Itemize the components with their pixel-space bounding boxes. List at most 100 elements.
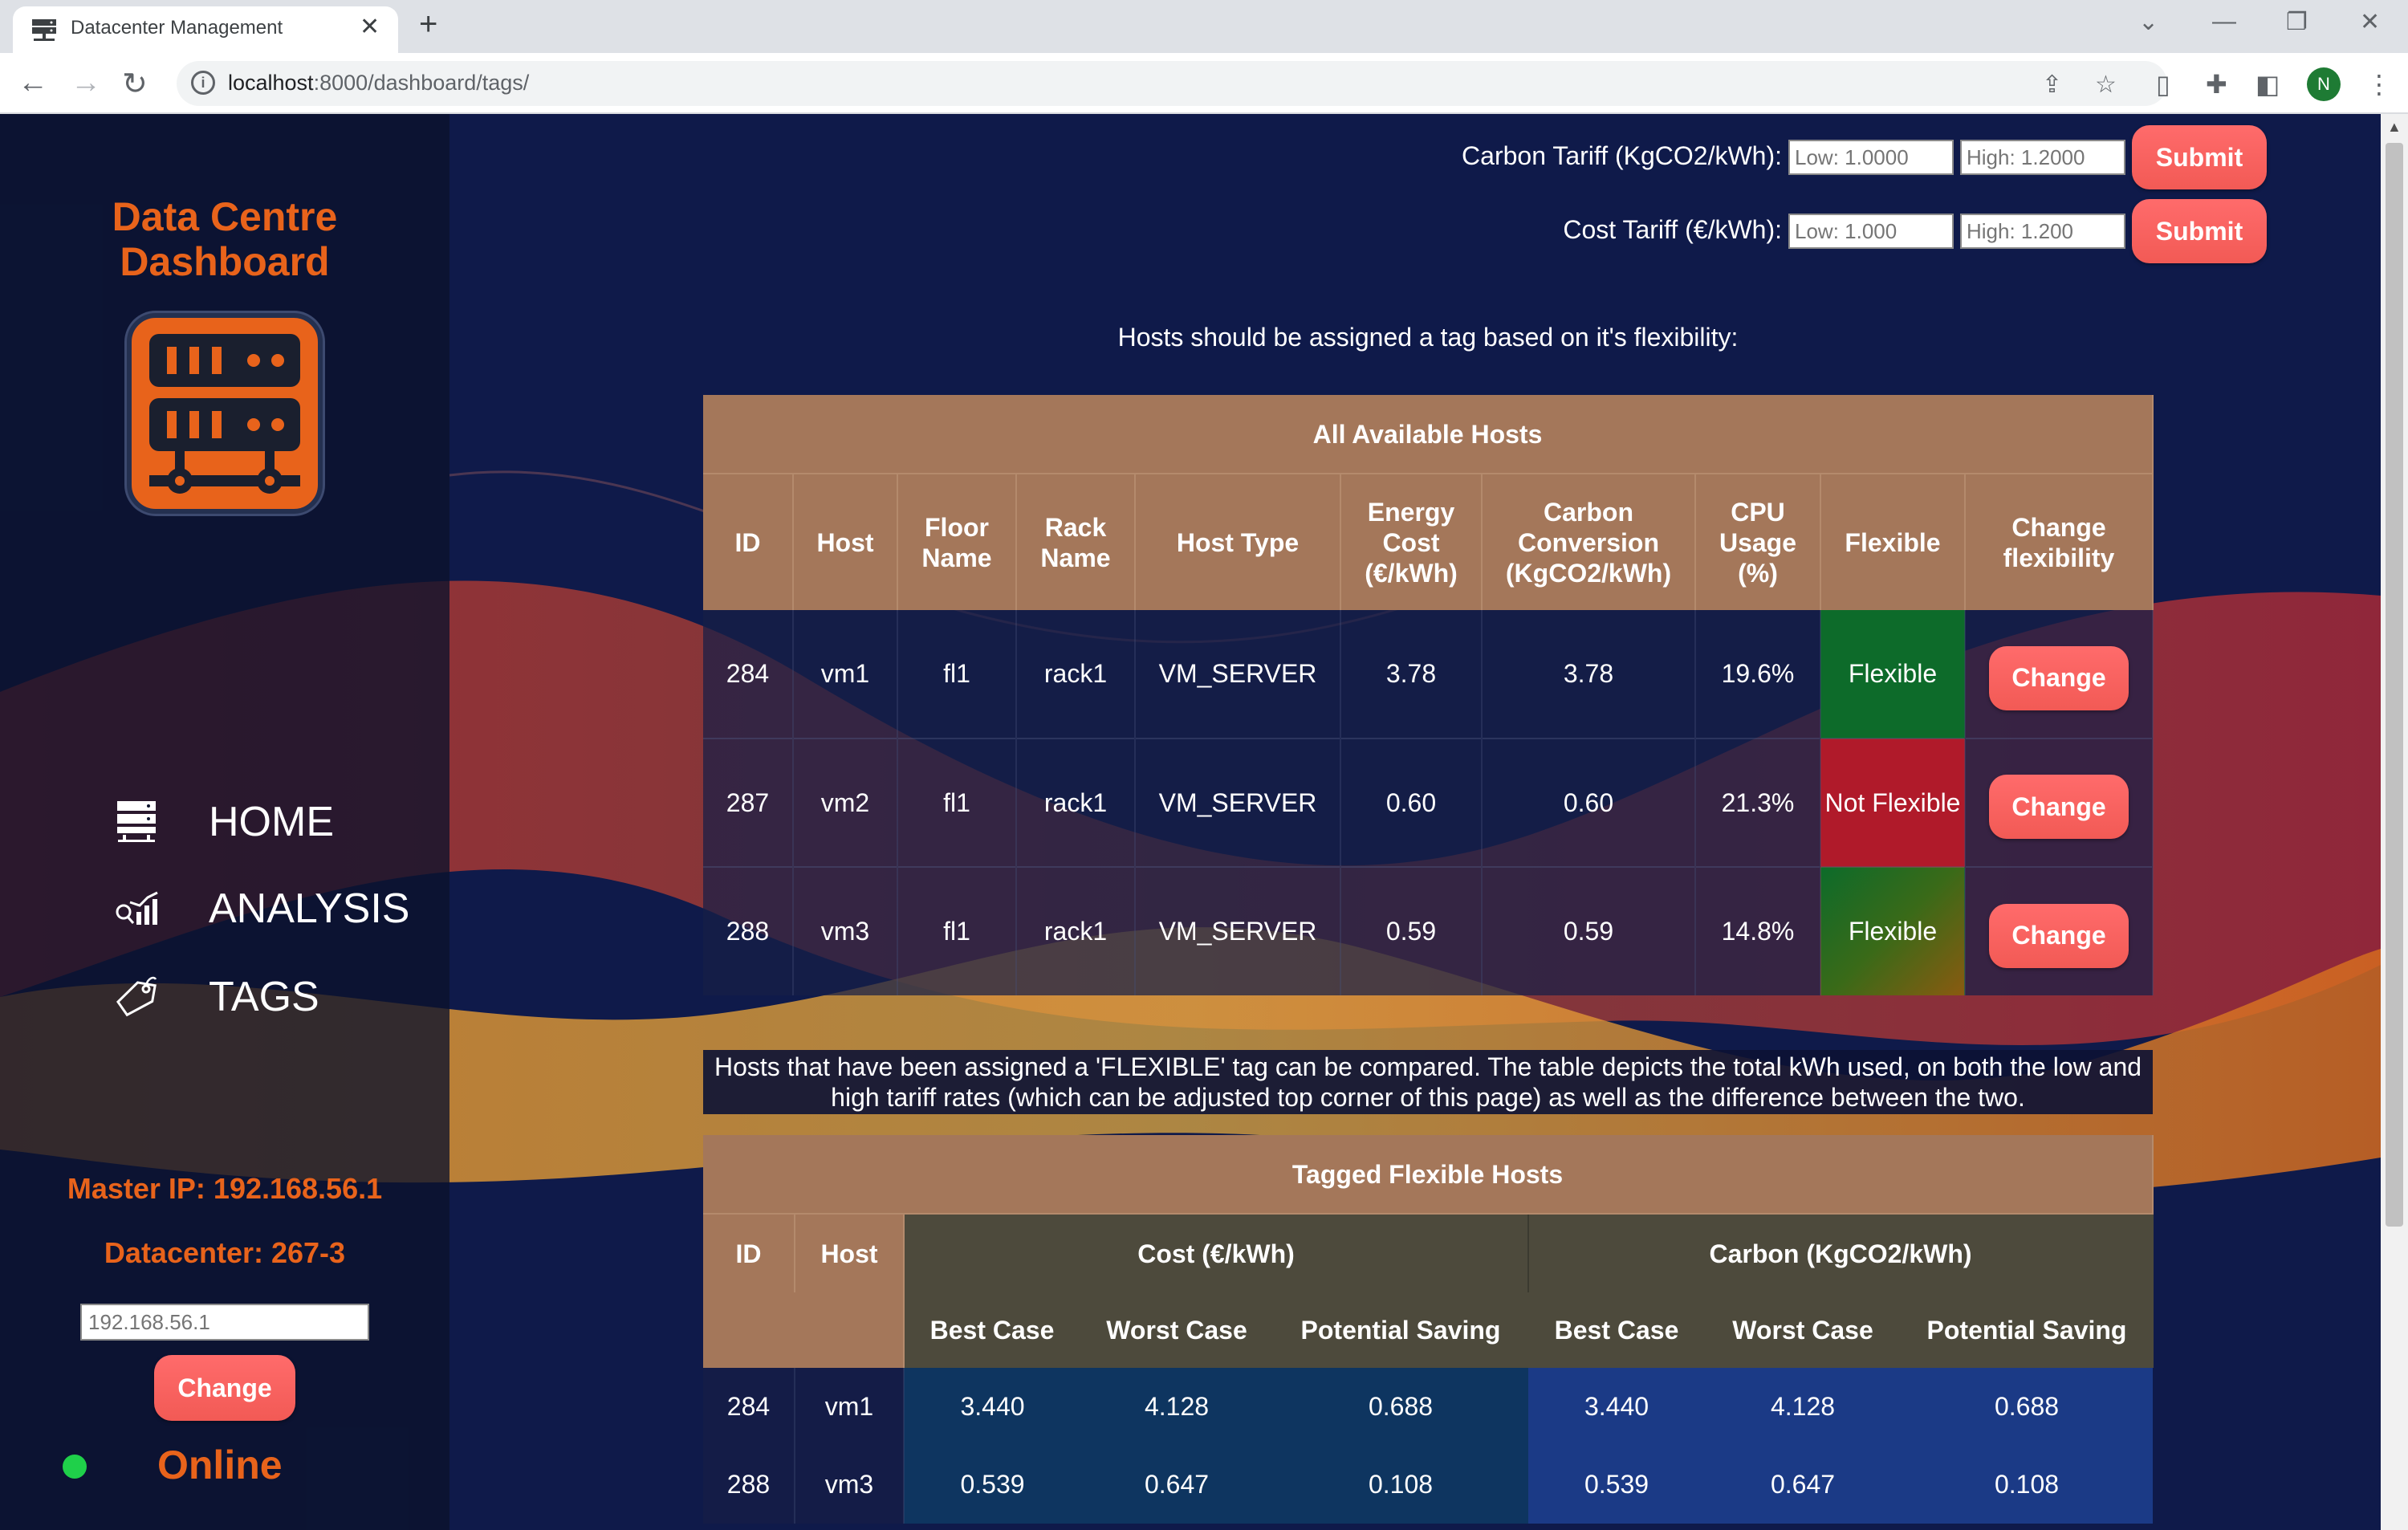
restore-icon[interactable]: ❐ bbox=[2286, 8, 2308, 36]
extensions-puzzle-icon[interactable]: ✚ bbox=[2206, 69, 2227, 100]
cell-energy-cost: 0.59 bbox=[1340, 866, 1483, 995]
new-tab-icon[interactable]: + bbox=[419, 6, 437, 43]
cell-cost-best: 3.440 bbox=[904, 1368, 1080, 1446]
cell-carbon-conversion: 0.59 bbox=[1482, 866, 1696, 995]
col-header-host: Host bbox=[795, 1214, 905, 1292]
flexible-hosts-table-title: Tagged Flexible Hosts bbox=[703, 1135, 2154, 1215]
datacenter-logo-icon bbox=[127, 313, 323, 514]
tab-title: Datacenter Management bbox=[71, 17, 283, 39]
minimize-icon[interactable]: — bbox=[2212, 8, 2236, 35]
url-host: localhost bbox=[228, 71, 314, 95]
cell-floor: fl1 bbox=[897, 866, 1017, 995]
carbon-tariff-high-input[interactable] bbox=[1960, 140, 2125, 175]
cell-energy-cost: 3.78 bbox=[1340, 610, 1483, 739]
cell-host: vm1 bbox=[793, 610, 898, 739]
datacenter-label: Datacenter: 267-3 bbox=[104, 1236, 346, 1269]
col-header-floor-name: Floor Name bbox=[897, 474, 1017, 610]
col-header-rack-name: Rack Name bbox=[1016, 474, 1136, 610]
page-scrollbar[interactable]: ▲ bbox=[2381, 114, 2408, 1530]
sidebar-item-home[interactable]: HOME bbox=[112, 790, 334, 854]
cell-flexible-status: Flexible bbox=[1820, 866, 1966, 995]
change-flexibility-button[interactable]: Change bbox=[1989, 903, 2129, 968]
sidebar-item-tags[interactable]: TAGS bbox=[112, 965, 319, 1029]
cost-tariff-submit-button[interactable]: Submit bbox=[2132, 199, 2267, 263]
scrollbar-thumb[interactable] bbox=[2386, 143, 2403, 1227]
col-header-host: Host bbox=[793, 474, 898, 610]
cost-tariff-high-input[interactable] bbox=[1960, 214, 2125, 249]
col-header-carbon-conversion: Carbon Conversion (KgCO2/kWh) bbox=[1482, 474, 1696, 610]
browser-tab[interactable]: Datacenter Management ✕ bbox=[13, 6, 398, 53]
bookmark-star-icon[interactable]: ☆ bbox=[2095, 71, 2117, 99]
cell-flexible-status: Not Flexible bbox=[1820, 738, 1966, 867]
col-header-cost-best-case: Best Case bbox=[904, 1292, 1081, 1368]
change-ip-button[interactable]: Change bbox=[154, 1355, 295, 1421]
share-icon[interactable]: ⇪ bbox=[2042, 71, 2062, 99]
col-header-host-type: Host Type bbox=[1135, 474, 1341, 610]
col-header-change-flexibility: Change flexibility bbox=[1965, 474, 2154, 610]
sidebar: Data Centre Dashboard HOME ANALYSIS TAGS… bbox=[0, 114, 449, 1530]
scroll-up-arrow-icon[interactable]: ▲ bbox=[2387, 119, 2402, 136]
cell-cost-worst: 0.647 bbox=[1080, 1446, 1273, 1524]
cell-cost-worst: 4.128 bbox=[1080, 1368, 1273, 1446]
carbon-tariff-low-input[interactable] bbox=[1788, 140, 1954, 175]
site-info-icon[interactable]: i bbox=[191, 71, 215, 95]
carbon-tariff-submit-button[interactable]: Submit bbox=[2132, 125, 2267, 189]
cell-host-type: VM_SERVER bbox=[1135, 610, 1341, 739]
back-icon[interactable]: ← bbox=[18, 66, 48, 100]
cell-rack: rack1 bbox=[1016, 866, 1136, 995]
close-window-icon[interactable]: ✕ bbox=[2360, 8, 2380, 36]
cell-carbon-best: 0.539 bbox=[1528, 1446, 1705, 1524]
col-group-cost: Cost (€/kWh) bbox=[904, 1214, 1529, 1292]
col-header-carbon-worst-case: Worst Case bbox=[1705, 1292, 1902, 1368]
server-icon bbox=[112, 798, 161, 846]
url-omnibox[interactable]: i localhost:8000/dashboard/tags/ ⇪ ☆ bbox=[177, 61, 2167, 106]
cell-cpu-usage: 21.3% bbox=[1695, 738, 1821, 867]
cell-rack: rack1 bbox=[1016, 610, 1136, 739]
side-panel-icon[interactable]: ◧ bbox=[2255, 69, 2280, 100]
reading-list-icon[interactable]: ▯ bbox=[2156, 69, 2170, 100]
change-flexibility-button[interactable]: Change bbox=[1989, 775, 2129, 839]
reload-icon[interactable]: ↻ bbox=[122, 66, 148, 102]
cell-flexible-status: Flexible bbox=[1820, 610, 1966, 739]
col-header-id: ID bbox=[703, 474, 794, 610]
cell-cost-saving: 0.688 bbox=[1273, 1368, 1528, 1446]
table-row: 287 vm2 fl1 rack1 VM_SERVER 0.60 0.60 21… bbox=[703, 738, 2154, 867]
cell-cpu-usage: 19.6% bbox=[1695, 610, 1821, 739]
master-ip-label: Master IP: 192.168.56.1 bbox=[67, 1172, 383, 1205]
url-text[interactable]: localhost:8000/dashboard/tags/ bbox=[228, 71, 529, 96]
col-header-cost-potential-saving: Potential Saving bbox=[1273, 1292, 1529, 1368]
cell-floor: fl1 bbox=[897, 738, 1017, 867]
col-header-carbon-potential-saving: Potential Saving bbox=[1901, 1292, 2154, 1368]
cell-host-type: VM_SERVER bbox=[1135, 866, 1341, 995]
forward-icon[interactable]: → bbox=[71, 66, 101, 100]
flexible-hosts-table: Tagged Flexible Hosts ID Host Cost (€/kW… bbox=[703, 1135, 2154, 1524]
cell-host: vm3 bbox=[793, 866, 898, 995]
cell-cost-saving: 0.108 bbox=[1273, 1446, 1528, 1524]
page-viewport: ▲ Data Centre Dashboard HOME ANALYSIS TA… bbox=[0, 114, 2408, 1530]
tag-icon bbox=[112, 973, 161, 1021]
cell-carbon-saving: 0.688 bbox=[1901, 1368, 2153, 1446]
master-ip-input[interactable] bbox=[80, 1304, 369, 1341]
cell-host: vm1 bbox=[795, 1368, 905, 1446]
cell-change-action: Change bbox=[1965, 866, 2154, 995]
col-header-energy-cost: Energy Cost (€/kWh) bbox=[1340, 474, 1483, 610]
cell-host-type: VM_SERVER bbox=[1135, 738, 1341, 867]
cost-tariff-low-input[interactable] bbox=[1788, 214, 1954, 249]
status-text: Online bbox=[157, 1443, 283, 1487]
close-tab-icon[interactable]: ✕ bbox=[360, 13, 380, 41]
cell-carbon-best: 3.440 bbox=[1528, 1368, 1705, 1446]
profile-avatar[interactable]: N bbox=[2307, 67, 2341, 101]
all-hosts-table: All Available Hosts ID Host Floor Name R… bbox=[703, 395, 2154, 995]
online-status-dot-icon bbox=[63, 1455, 87, 1479]
tab-search-chevron-icon[interactable]: ⌄ bbox=[2138, 8, 2158, 36]
change-flexibility-button[interactable]: Change bbox=[1989, 645, 2129, 710]
table-row: 284 vm1 fl1 rack1 VM_SERVER 3.78 3.78 19… bbox=[703, 610, 2154, 739]
col-group-carbon: Carbon (KgCO2/kWh) bbox=[1528, 1214, 2154, 1292]
menu-kebab-icon[interactable]: ⋮ bbox=[2366, 69, 2392, 100]
analysis-chart-icon bbox=[112, 885, 161, 933]
brand-title-line2: Dashboard bbox=[120, 239, 330, 284]
cell-carbon-worst: 4.128 bbox=[1705, 1368, 1901, 1446]
sidebar-item-analysis[interactable]: ANALYSIS bbox=[112, 877, 409, 941]
cell-cpu-usage: 14.8% bbox=[1695, 866, 1821, 995]
all-hosts-table-title: All Available Hosts bbox=[703, 395, 2154, 474]
